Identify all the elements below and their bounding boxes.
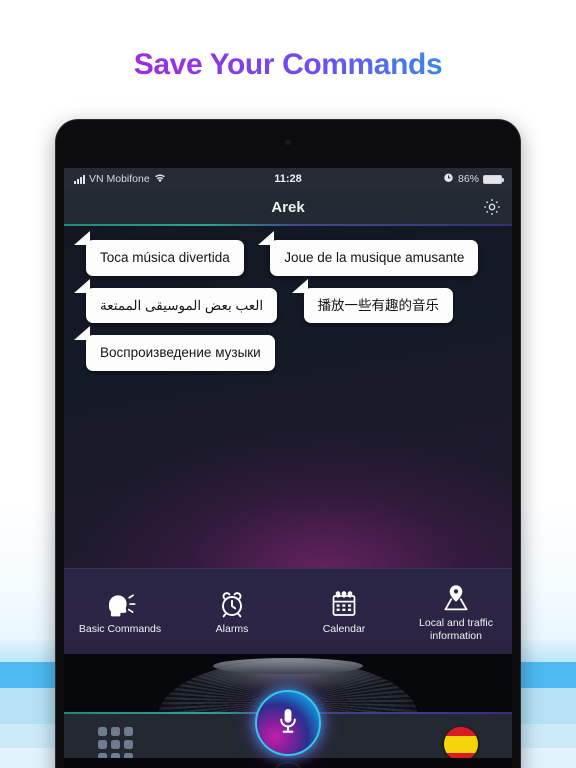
status-bar: VN Mobifone 11:28 86% [64,168,512,190]
battery-icon [483,174,504,184]
message-bubble[interactable]: Toca música divertida [86,240,244,276]
navigation-bar: Arek [64,190,512,224]
carrier-label: VN Mobifone [89,173,150,185]
tab-basic-commands[interactable]: Basic Commands [64,569,176,654]
tab-alarms[interactable]: Alarms [176,569,288,654]
message-text: Toca música divertida [100,250,230,265]
front-camera-icon [285,140,291,145]
message-text: Joue de la musique amusante [284,250,465,265]
status-bar-right: 86% [443,168,504,190]
microphone-icon [275,706,301,741]
message-bubble[interactable]: Joue de la musique amusante [270,240,479,276]
grid-apps-icon[interactable] [98,726,133,762]
clock-label: 11:28 [274,173,302,185]
alarm-icon [443,172,454,186]
tab-label: Basic Commands [78,623,162,636]
wifi-icon [154,173,166,186]
message-bubble[interactable]: العب بعض الموسيقى الممتعة [86,287,278,324]
home-indicator-area [64,758,512,768]
map-pin-icon [440,583,472,613]
device-screen: VN Mobifone 11:28 86% Arek Toca música d… [64,168,512,768]
speaking-head-icon [103,589,137,619]
page-title: Save Your Commands [0,48,576,82]
signal-bars-icon [74,174,85,184]
message-text: العب بعض الموسيقى الممتعة [100,297,264,313]
tab-local-traffic[interactable]: Local and traffic information [400,569,512,654]
category-tab-bar: Basic Commands Alarms Calendar Local and… [64,568,512,654]
message-bubble[interactable]: 播放一些有趣的音乐 [303,287,454,324]
tab-label: Alarms [215,623,249,636]
commands-list: Toca música divertida Joue de la musique… [64,226,512,568]
speaker-top-rim [213,658,363,674]
tab-label: Calendar [322,623,366,636]
battery-percent-label: 86% [457,173,479,185]
message-bubble[interactable]: Воспроизведение музыки [86,335,275,371]
tablet-device-frame: VN Mobifone 11:28 86% Arek Toca música d… [56,120,520,768]
status-bar-left: VN Mobifone [74,173,166,186]
tab-calendar[interactable]: Calendar [288,569,400,654]
tab-label: Local and traffic information [419,616,493,642]
microphone-button[interactable] [255,690,321,756]
gear-icon[interactable] [482,197,502,217]
flag-stripe-red-top [444,727,478,736]
screen-title: Arek [271,198,305,216]
alarm-clock-icon [217,589,247,619]
home-button[interactable] [271,762,305,768]
calendar-icon [329,589,359,619]
flag-stripe-yellow [444,735,478,753]
message-text: 播放一些有趣的音乐 [317,297,440,313]
spain-flag-icon[interactable] [444,727,478,761]
message-text: Воспроизведение музыки [100,345,261,361]
